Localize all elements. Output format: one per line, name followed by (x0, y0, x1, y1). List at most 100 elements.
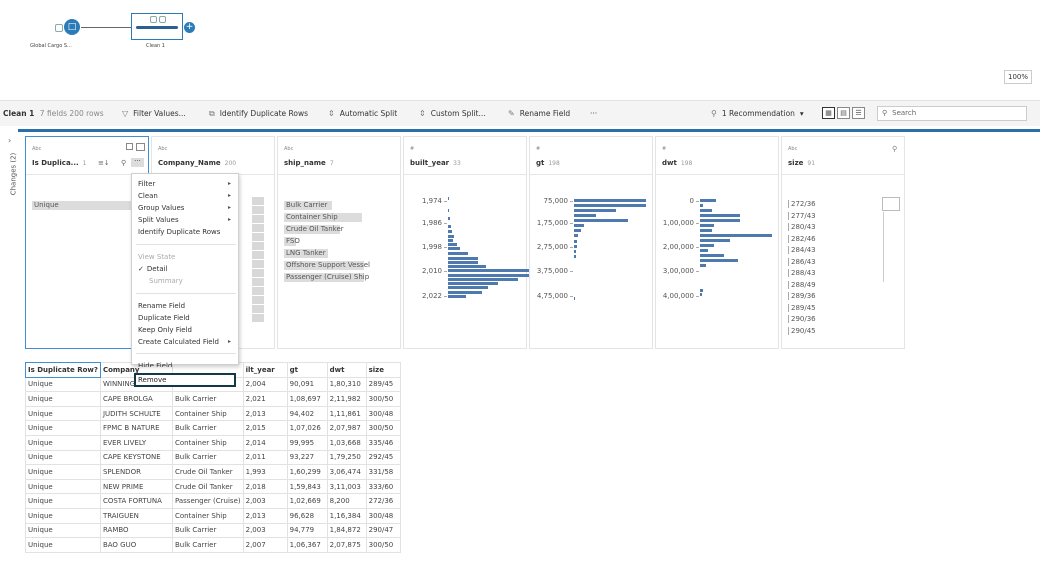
table-row[interactable]: Unique EVER LIVELY Container Ship 2,014 99,9… (25, 434, 401, 451)
histogram-bar[interactable] (700, 249, 708, 252)
table-cell[interactable]: 93,227 (286, 449, 328, 466)
menu-item-clean[interactable]: Clean ▸ (138, 192, 231, 200)
value-label[interactable]: 284/43 (788, 246, 816, 254)
table-cell[interactable]: 300/50 (365, 391, 401, 407)
histogram-bar[interactable] (448, 291, 482, 294)
table-cell[interactable]: Crude Oil Tanker (171, 478, 244, 495)
table-cell[interactable]: 300/48 (365, 507, 401, 524)
table-cell[interactable]: Unique (25, 478, 101, 495)
lightbulb-icon[interactable]: ⚲ (892, 145, 897, 153)
histogram-bar[interactable] (574, 204, 646, 207)
table-cell[interactable]: Container Ship (171, 507, 244, 524)
histogram-bar[interactable] (448, 247, 460, 250)
profile-card-ship-name[interactable]: Abc ship_name 7 Bulk Carrier Container Shi… (277, 136, 401, 349)
menu-item-identify-duplicates[interactable]: Identify Duplicate Rows (138, 228, 220, 236)
column-header[interactable]: ilt_year (242, 362, 288, 378)
clean-step-node[interactable] (131, 13, 183, 40)
search-input[interactable]: ⚲ Search (877, 106, 1027, 121)
flow-canvas[interactable]: □ Global Cargo S... + Clean 1 100% (0, 0, 1040, 100)
profile-view-toggle[interactable]: ▦ (822, 107, 835, 119)
table-cell[interactable]: Container Ship (171, 405, 244, 422)
histogram-bar[interactable] (448, 230, 452, 233)
histogram-bar[interactable] (448, 278, 518, 281)
histogram-bar[interactable] (700, 224, 714, 227)
table-cell[interactable]: 2,015 (242, 420, 288, 436)
menu-item-detail[interactable]: ✓ Detail (138, 265, 168, 273)
table-row[interactable]: Unique NEW PRIME Crude Oil Tanker 2,018 1,59… (25, 478, 401, 495)
table-cell[interactable]: 2,013 (242, 405, 288, 422)
profile-card-size[interactable]: Abc ⚲ size 91 272/36 277/43 280/43 282/46 284… (781, 136, 905, 349)
table-cell[interactable]: 94,779 (286, 522, 328, 539)
table-cell[interactable]: 333/60 (365, 478, 401, 495)
value-label[interactable]: Bulk Carrier (284, 201, 327, 209)
table-cell[interactable]: 2,021 (242, 391, 288, 407)
table-cell[interactable]: 2,003 (242, 493, 288, 509)
table-cell[interactable]: 1,79,250 (326, 449, 367, 466)
table-cell[interactable]: 2,07,875 (326, 537, 367, 553)
zoom-level[interactable]: 100% (1004, 70, 1032, 84)
value-bar[interactable] (252, 242, 264, 250)
histogram-bar[interactable] (700, 259, 738, 262)
value-bar[interactable] (252, 314, 264, 322)
histogram-bar[interactable] (574, 234, 578, 237)
rename-field-button[interactable]: ✎ Rename Field (508, 109, 570, 118)
histogram-bar[interactable] (574, 245, 577, 248)
table-cell[interactable]: 2,07,987 (326, 420, 367, 436)
clean-field-icon[interactable] (126, 143, 133, 150)
histogram-bar[interactable] (448, 286, 488, 289)
table-cell[interactable]: FPMC B NATURE (99, 420, 173, 436)
table-cell[interactable]: SPLENDOR (99, 464, 173, 480)
table-row[interactable]: Unique RAMBO Bulk Carrier 2,003 94,779 1,84,8… (25, 522, 401, 539)
value-bar[interactable] (252, 305, 264, 313)
table-cell[interactable]: 300/50 (365, 420, 401, 436)
value-label[interactable]: Unique (32, 201, 59, 209)
menu-item-create-calculated-field[interactable]: Create Calculated Field ▸ (138, 338, 231, 346)
histogram-bar[interactable] (700, 244, 714, 247)
more-options-button[interactable]: ··· (131, 158, 144, 167)
table-cell[interactable]: 300/48 (365, 405, 401, 422)
menu-item-remove[interactable]: Remove (134, 373, 236, 387)
changes-pane-label[interactable]: Changes (2) (9, 153, 17, 196)
table-cell[interactable]: Container Ship (171, 434, 244, 451)
value-bar[interactable] (252, 206, 264, 214)
table-cell[interactable]: 331/58 (365, 464, 401, 480)
table-cell[interactable]: 300/50 (365, 537, 401, 553)
value-bar[interactable] (252, 269, 264, 277)
histogram-bar[interactable] (700, 293, 702, 296)
input-node[interactable]: □ (64, 19, 80, 35)
histogram-bar[interactable] (574, 209, 616, 212)
value-bar[interactable] (252, 296, 264, 304)
table-cell[interactable]: COSTA FORTUNA (99, 493, 173, 509)
table-cell[interactable]: 1,11,861 (326, 405, 367, 422)
table-row[interactable]: Unique CAPE BROLGA Bulk Carrier 2,021 1,08,6… (25, 391, 401, 407)
expand-changes-icon[interactable]: › (8, 136, 11, 145)
filter-values-button[interactable]: ▽ Filter Values... (122, 109, 186, 118)
table-cell[interactable]: 8,200 (326, 493, 367, 509)
histogram-bar[interactable] (448, 239, 453, 242)
table-cell[interactable]: Unique (25, 537, 101, 553)
histogram-bar[interactable] (448, 197, 449, 200)
table-cell[interactable]: 3,06,474 (326, 464, 367, 480)
table-cell[interactable]: TRAIGUEN (99, 507, 173, 524)
table-cell[interactable]: Passenger (Cruise) (171, 493, 244, 509)
table-cell[interactable]: 2,004 (242, 376, 288, 393)
table-cell[interactable]: 3,11,003 (326, 478, 367, 495)
table-cell[interactable]: 1,59,843 (286, 478, 328, 495)
table-cell[interactable]: Unique (25, 391, 101, 407)
table-cell[interactable]: Unique (25, 434, 101, 451)
table-cell[interactable]: 292/45 (365, 449, 401, 466)
value-label[interactable]: 290/36 (788, 315, 816, 323)
value-label[interactable]: 277/43 (788, 211, 816, 220)
automatic-split-button[interactable]: ⇕ Automatic Split (328, 109, 397, 118)
table-row[interactable]: Unique JUDITH SCHULTE Container Ship 2,013 9… (25, 405, 401, 422)
histogram-bar[interactable] (574, 219, 628, 222)
data-view-toggle[interactable]: ☰ (852, 107, 865, 119)
histogram-bar[interactable] (448, 209, 449, 212)
histogram-bar[interactable] (448, 261, 478, 264)
value-label[interactable]: Container Ship (284, 213, 338, 221)
table-cell[interactable]: 1,993 (242, 464, 288, 480)
value-bar[interactable] (252, 278, 264, 286)
table-row[interactable]: Unique COSTA FORTUNA Passenger (Cruise) 2,0… (25, 493, 401, 509)
table-cell[interactable]: 1,60,299 (286, 464, 328, 480)
table-cell[interactable]: 1,08,697 (286, 391, 328, 407)
